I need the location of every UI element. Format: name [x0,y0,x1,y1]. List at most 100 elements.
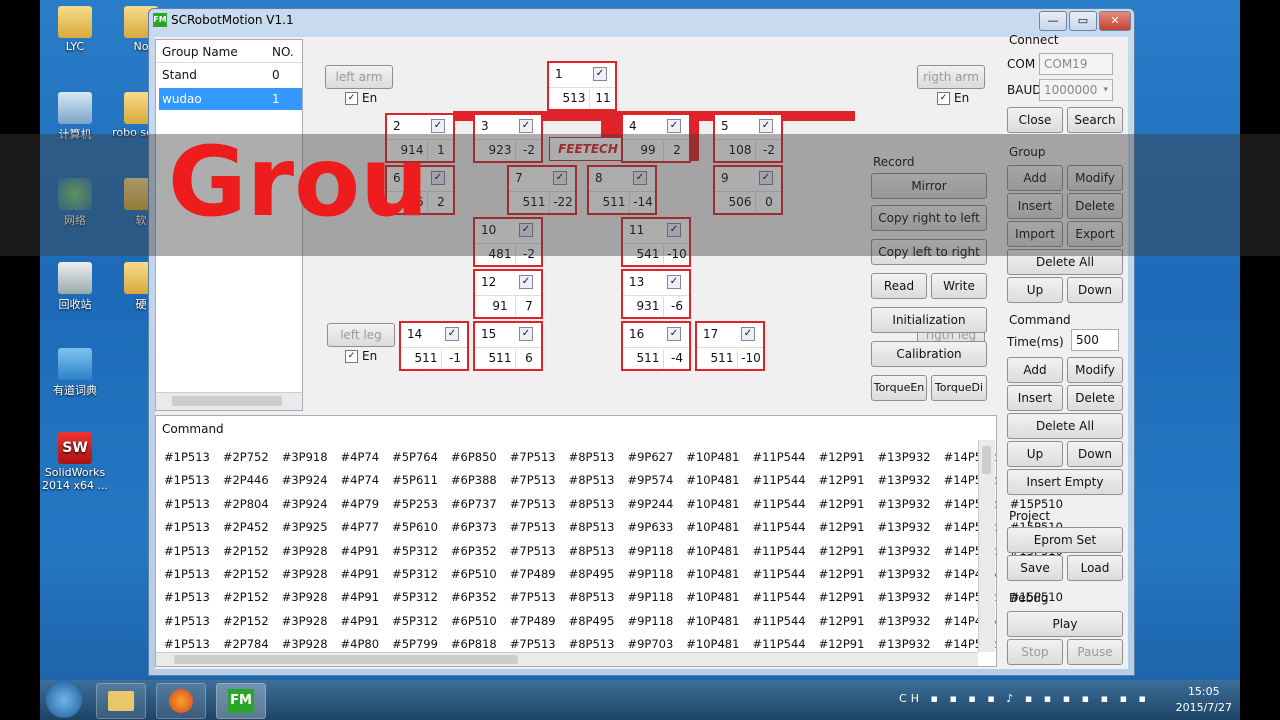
left-leg-enable[interactable]: ✓ En [345,349,377,363]
language-indicator[interactable]: CH [899,692,923,705]
command-cell: #1P513 [164,613,210,628]
left-arm-button[interactable]: left arm [325,65,393,89]
desktop-icon-solidworks[interactable]: SW SolidWorks 2014 x64 ... [40,432,110,492]
command-modify-button[interactable]: Modify [1067,357,1123,383]
minimize-button[interactable]: — [1039,11,1067,31]
group-table-hscroll[interactable] [156,392,302,410]
checkbox-icon[interactable]: ✓ [667,327,681,341]
start-button[interactable] [46,682,82,718]
time-label: Time(ms) [1007,335,1064,349]
taskbar-firefox[interactable] [156,683,206,719]
app-icon: FM [228,689,254,713]
command-cell: #3P925 [281,520,328,535]
close-port-button[interactable]: Close [1007,107,1063,133]
checkbox-icon[interactable]: ✓ [667,275,681,289]
desktop-icon-recycle-bin[interactable]: 回收站 [40,262,110,312]
project-save-button[interactable]: Save [1007,555,1063,581]
checkbox-icon[interactable]: ✓ [445,327,459,341]
table-row[interactable]: #1P513 #2P152 #3P928 #4P91 #5P312 #6P510 #7P48… [164,614,1076,628]
servo-13[interactable]: 13 ✓ 931 -6 [621,269,691,319]
command-vscroll[interactable] [978,440,995,652]
com-select[interactable]: COM19 [1039,53,1113,75]
table-row[interactable]: #1P513 #2P152 #3P928 #4P91 #5P312 #6P510 #7P48… [164,567,1076,581]
col-group-name[interactable]: Group Name [162,45,238,59]
scroll-thumb[interactable] [982,446,991,474]
command-insert-button[interactable]: Insert [1007,385,1063,411]
play-button[interactable]: Play [1007,611,1123,637]
command-add-button[interactable]: Add [1007,357,1063,383]
checkbox-icon[interactable]: ✓ [519,275,533,289]
stop-button[interactable]: Stop [1007,639,1063,665]
write-button[interactable]: Write [931,273,987,299]
servo-15[interactable]: 15 ✓ 511 6 [473,321,543,371]
title-bar[interactable]: FM SCRobotMotion V1.1 — ▭ ✕ [149,9,1134,33]
checkbox-icon[interactable]: ✓ [741,327,755,341]
table-row[interactable]: #1P513 #2P452 #3P925 #4P77 #5P610 #6P373 #7P51… [164,520,1076,534]
scroll-thumb[interactable] [172,396,282,406]
col-no[interactable]: NO. [272,45,294,59]
project-load-button[interactable]: Load [1067,555,1123,581]
pause-button[interactable]: Pause [1067,639,1123,665]
eprom-set-button[interactable]: Eprom Set [1007,527,1123,553]
table-row[interactable]: #1P513 #2P752 #3P918 #4P74 #5P764 #6P850 #7P51… [164,450,1076,464]
checkbox-icon[interactable]: ✓ [667,119,681,133]
group-up-button[interactable]: Up [1007,277,1063,303]
table-row[interactable]: #1P513 #2P804 #3P924 #4P79 #5P253 #6P737 #7P51… [164,497,1076,511]
command-up-button[interactable]: Up [1007,441,1063,467]
checkbox-icon[interactable]: ✓ [519,119,533,133]
table-row[interactable]: #1P513 #2P784 #3P928 #4P80 #5P799 #6P818 #7P51… [164,637,1076,651]
checkbox-icon[interactable]: ✓ [593,67,607,81]
table-row[interactable]: #1P513 #2P152 #3P928 #4P91 #5P312 #6P352 #7P51… [164,590,1076,604]
insert-empty-button[interactable]: Insert Empty [1007,469,1123,495]
command-cell: #13P932 [877,613,931,628]
close-window-button[interactable]: ✕ [1099,11,1131,31]
command-delete-button[interactable]: Delete [1067,385,1123,411]
command-cell: #5P764 [392,450,438,464]
left-leg-button[interactable]: left leg [327,323,395,347]
left-arm-enable[interactable]: ✓ En [345,91,377,105]
servo-14[interactable]: 14 ✓ 511 -1 [399,321,469,371]
read-button[interactable]: Read [871,273,927,299]
right-arm-button[interactable]: rigth arm [917,65,985,89]
servo-17[interactable]: 17 ✓ 511 -10 [695,321,765,371]
command-delete-all-button[interactable]: Delete All [1007,413,1123,439]
command-cell: #11P544 [752,543,806,558]
desktop-icon-lyc[interactable]: LYC [40,6,110,53]
maximize-button[interactable]: ▭ [1069,11,1097,31]
letterbox-left [0,0,40,720]
command-cell: #2P752 [222,450,269,464]
scroll-thumb[interactable] [174,655,518,664]
group-down-button[interactable]: Down [1067,277,1123,303]
command-hscroll[interactable] [156,652,978,666]
servo-16[interactable]: 16 ✓ 511 -4 [621,321,691,371]
calibration-button[interactable]: Calibration [871,341,987,367]
desktop-icon-youdao[interactable]: 有道词典 [40,348,110,398]
checkbox-icon[interactable]: ✓ [759,119,773,133]
torque-enable-button[interactable]: TorqueEn [871,375,927,401]
checkbox-icon[interactable]: ✓ [431,119,445,133]
command-cell: #1P513 [164,450,210,464]
command-down-button[interactable]: Down [1067,441,1123,467]
system-tray-icons[interactable]: CH ▪ ▪ ▪ ▪ ♪ ▪ ▪ ▪ ▪ ▪ ▪ ▪ [899,692,1150,705]
clock[interactable]: 15:05 2015/7/27 [1176,684,1232,716]
servo-12[interactable]: 12 ✓ 91 7 [473,269,543,319]
command-cell: #10P481 [686,613,740,628]
time-input[interactable]: 500 [1071,329,1119,351]
taskbar-scrobotmotion[interactable]: FM [216,683,266,719]
table-row-selected[interactable]: wudao 1 [159,88,302,110]
checkbox-icon[interactable]: ✓ [519,327,533,341]
chevron-down-icon: ▾ [1103,85,1108,95]
baud-select[interactable]: 1000000 ▾ [1039,79,1113,101]
command-cell: #2P452 [222,520,269,535]
command-cell: #12P91 [818,613,865,628]
right-arm-enable[interactable]: ✓ En [937,91,969,105]
torque-disable-button[interactable]: TorqueDi [931,375,987,401]
command-cell: #9P703 [627,637,674,652]
table-row[interactable]: #1P513 #2P446 #3P924 #4P74 #5P611 #6P388 #7P51… [164,473,1076,487]
taskbar-explorer[interactable] [96,683,146,719]
servo-1[interactable]: 1 ✓ 513 11 [547,61,617,111]
table-row[interactable]: #1P513 #2P152 #3P928 #4P91 #5P312 #6P352 #7P51… [164,544,1076,558]
search-port-button[interactable]: Search [1067,107,1123,133]
table-row[interactable]: Stand 0 [156,63,302,87]
initialization-button[interactable]: Initialization [871,307,987,333]
